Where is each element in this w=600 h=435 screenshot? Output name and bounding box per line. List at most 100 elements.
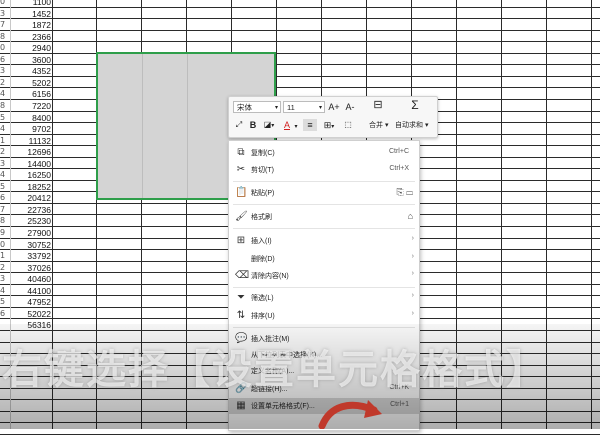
menu-item-label: 排序(U) (251, 313, 275, 320)
menu-item-label: 筛选(L) (251, 295, 274, 302)
cell-value[interactable]: 2940 (11, 42, 51, 54)
menu-separator (233, 228, 415, 229)
bold-button[interactable]: B (248, 119, 258, 131)
menu-item-item-6[interactable]: 删除(D) › (229, 251, 419, 267)
submenu-arrow-icon: › (411, 270, 414, 277)
cell-value[interactable]: 47952 (11, 296, 51, 308)
row-header[interactable]: 8 (0, 215, 10, 227)
row-gridline (0, 7, 600, 8)
autosum-label-text: 自动求和 (395, 122, 423, 129)
menu-item-shortcut: Ctrl+X (389, 165, 409, 172)
border-icon[interactable]: ⊞▾ (321, 119, 337, 133)
merge-cells-icon[interactable]: ⬚ (341, 119, 355, 131)
menu-item-paste[interactable]: 📋 粘贴(P) ⎘ ▭ (229, 185, 419, 201)
row-header[interactable]: 2 (0, 146, 10, 158)
submenu-arrow-icon: › (411, 310, 414, 317)
fill-color-icon[interactable]: ◪▾ (261, 119, 277, 132)
menu-separator (233, 181, 415, 182)
filter-icon: ⏷ (237, 292, 245, 303)
chevron-down-icon: ▾ (274, 105, 278, 111)
scissors-icon: ✂ (236, 164, 246, 175)
menu-item-label: 粘贴(P) (251, 190, 275, 197)
align-center-icon[interactable]: ≡ (303, 119, 317, 131)
row-gridline (0, 53, 600, 54)
menu-item-shortcut: Ctrl+C (388, 148, 409, 155)
row-gridline (0, 87, 600, 88)
cell-value[interactable]: 20412 (11, 192, 51, 204)
merge-label[interactable]: 合并 ▾ (369, 121, 388, 131)
merge-label-text: 合并 (369, 122, 383, 129)
mini-toolbar: 宋体 ▾ 11 ▾ A+ A- ⤢ B ◪▾ A ▾ ≡ ⊞▾ ⬚ ⊟ 合并 ▾ Σ… (228, 96, 438, 138)
row-header[interactable]: 6 (0, 192, 10, 204)
menu-item-copy[interactable]: ⧉ 复制(C) Ctrl+C (229, 145, 419, 161)
font-name-value: 宋体 (237, 103, 252, 112)
row-header[interactable]: 4 (0, 123, 10, 135)
menu-item-label: 插入(I) (251, 238, 272, 245)
insert-icon: ⊞ (236, 235, 246, 246)
menu-item-scissors[interactable]: ✂ 剪切(T) Ctrl+X (229, 162, 419, 178)
row-header[interactable]: 3 (0, 273, 10, 285)
menu-item-label: 删除(D) (251, 256, 275, 263)
pointer-arrow-icon (318, 400, 382, 429)
cell-value[interactable]: 1100 (11, 0, 51, 8)
menu-item-label: 格式刷 (251, 214, 272, 221)
row-header[interactable]: 0 (0, 42, 10, 54)
menu-item-format-brush[interactable]: 🖌 格式刷 ⌂ (229, 209, 419, 225)
copy-icon: ⧉ (237, 147, 245, 158)
row-header[interactable]: 4 (0, 169, 10, 181)
merge-large-icon[interactable]: ⊟ (369, 99, 387, 111)
row-header[interactable]: 4 (0, 88, 10, 100)
menu-item-label: 剪切(T) (251, 167, 274, 174)
selection-column-divider (187, 54, 188, 198)
grow-font-button[interactable]: A+ (327, 101, 341, 113)
cell-value[interactable]: 27900 (11, 227, 51, 239)
menu-item-filter[interactable]: ⏷ 筛选(L) › (229, 290, 419, 306)
row-header[interactable]: 7 (0, 19, 10, 31)
chevron-down-icon: ▾ (318, 105, 322, 111)
menu-item-clear[interactable]: ⌫ 清除内容(N) › (229, 268, 419, 284)
row-gridline (0, 30, 600, 31)
row-gridline (0, 76, 600, 77)
cell-value[interactable]: 40460 (11, 273, 51, 285)
cell-value[interactable]: 4352 (11, 65, 51, 77)
shrink-font-button[interactable]: A- (343, 101, 357, 113)
sort-icon: ⇅ (236, 310, 246, 321)
chevron-down-icon[interactable]: ▾ (293, 121, 299, 133)
row-header[interactable]: 8 (0, 100, 10, 112)
clear-icon: ⌫ (235, 270, 250, 281)
paste-options-icon[interactable]: ⎘ ▭ (396, 187, 413, 198)
cell-value[interactable]: 16250 (11, 169, 51, 181)
row-header[interactable]: 3 (0, 65, 10, 77)
autosum-label[interactable]: 自动求和 ▾ (395, 121, 428, 131)
submenu-arrow-icon: › (411, 253, 414, 260)
menu-item-sort[interactable]: ⇅ 排序(U) › (229, 308, 419, 324)
format-brush-icon: 🖌 (235, 211, 248, 222)
cell-value[interactable]: 12696 (11, 146, 51, 158)
cell-value[interactable]: 7220 (11, 100, 51, 112)
cell-value[interactable]: 9702 (11, 123, 51, 135)
font-name-select[interactable]: 宋体 ▾ (233, 101, 281, 113)
submenu-arrow-icon: › (411, 292, 414, 299)
paste-icon: 📋 (235, 187, 248, 198)
cell-resize-icon[interactable]: ⤢ (233, 119, 245, 131)
menu-item-label: 复制(C) (251, 150, 275, 157)
row-header[interactable]: 9 (0, 227, 10, 239)
cell-value[interactable]: 6156 (11, 88, 51, 100)
font-size-select[interactable]: 11 ▾ (283, 101, 325, 113)
row-header[interactable]: 5 (0, 296, 10, 308)
format-brush-lock-icon[interactable]: ⌂ (408, 211, 413, 221)
cell-value[interactable]: 33792 (11, 250, 51, 262)
autosum-icon[interactable]: Σ (407, 99, 423, 111)
row-header[interactable]: 6 (0, 308, 10, 320)
font-size-value: 11 (287, 103, 295, 112)
font-color-button[interactable]: A (281, 119, 293, 131)
selection-column-divider (142, 54, 143, 198)
row-header[interactable]: 0 (0, 0, 10, 8)
cell-value[interactable]: 1872 (11, 19, 51, 31)
row-header[interactable]: 1 (0, 250, 10, 262)
menu-separator (233, 287, 415, 288)
submenu-arrow-icon: › (411, 235, 414, 242)
row-gridline (0, 18, 600, 19)
cell-value[interactable]: 25230 (11, 215, 51, 227)
menu-item-insert[interactable]: ⊞ 插入(I) › (229, 233, 419, 249)
